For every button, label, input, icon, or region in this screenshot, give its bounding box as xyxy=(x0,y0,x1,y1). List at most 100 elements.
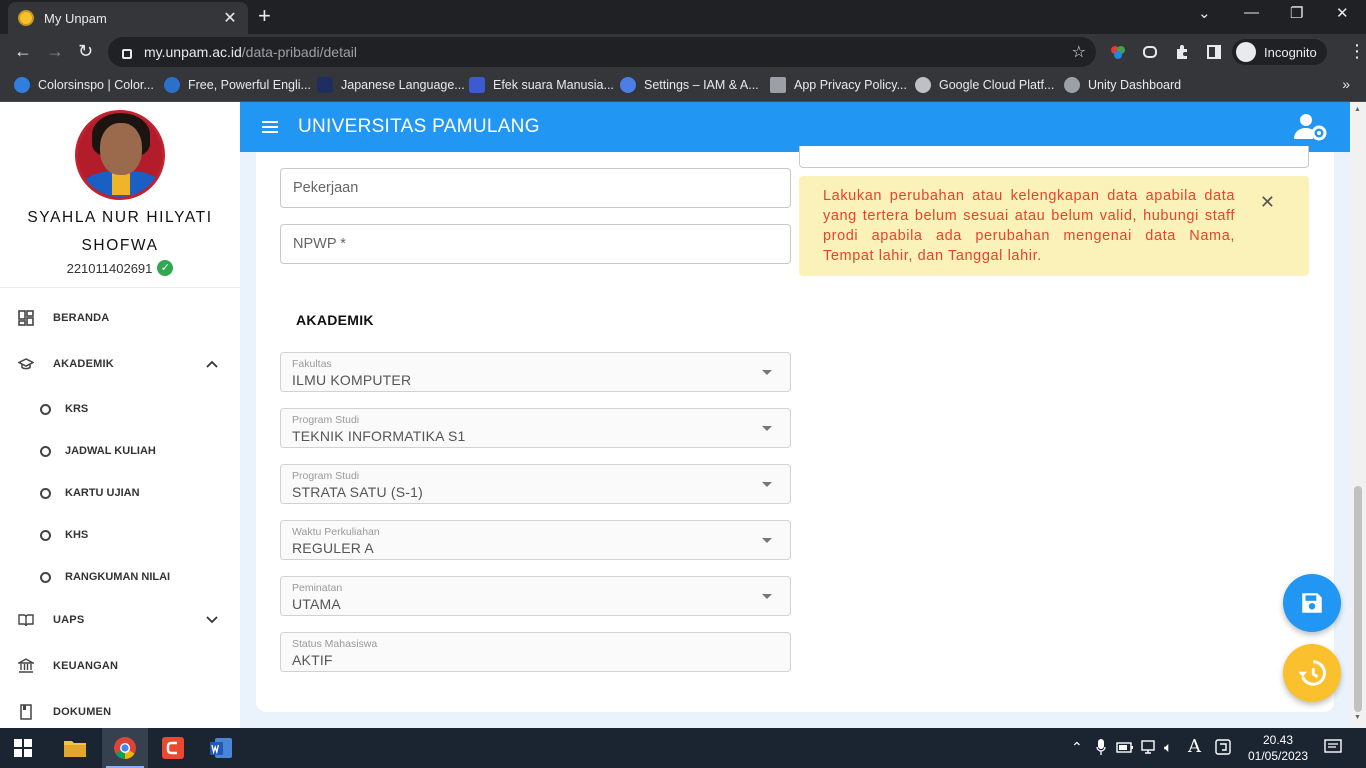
bookmark-star-icon[interactable]: ☆ xyxy=(1072,42,1086,62)
bookmark-item[interactable]: Free, Powerful Engli... xyxy=(164,77,311,93)
chrome-icon xyxy=(114,737,136,759)
reload-icon[interactable]: ↻ xyxy=(78,42,93,60)
sidebar-item-beranda[interactable]: BERANDA xyxy=(0,298,240,338)
jenjang-select[interactable]: Program Studi STRATA SATU (S-1) xyxy=(280,464,791,504)
new-tab-button[interactable]: + xyxy=(258,5,271,27)
peminatan-label: Peminatan xyxy=(292,582,343,594)
nim-value: 221011402691 xyxy=(66,260,153,276)
sidebar-subitem-krs[interactable]: KRS xyxy=(0,390,240,428)
bookmark-item[interactable]: Unity Dashboard xyxy=(1064,77,1181,93)
chevron-up-icon[interactable] xyxy=(206,360,218,368)
battery-icon[interactable] xyxy=(1116,739,1134,755)
dashboard-icon xyxy=(18,310,34,326)
bookmark-item[interactable]: Settings – IAM & A... xyxy=(620,77,759,93)
dropdown-caret-icon xyxy=(762,426,772,431)
ime-mode-icon[interactable] xyxy=(1215,739,1231,755)
bookmark-item[interactable]: Google Cloud Platf... xyxy=(915,77,1054,93)
bookmark-item[interactable]: Colorsinspo | Color... xyxy=(14,77,154,93)
bookmark-item[interactable]: Efek suara Manusia... xyxy=(469,77,614,93)
dropdown-caret-icon xyxy=(762,370,772,375)
sidebar-item-dokumen[interactable]: DOKUMEN xyxy=(0,692,240,728)
scroll-down-arrow-icon[interactable]: ▼ xyxy=(1354,714,1361,721)
status-mahasiswa-value: AKTIF xyxy=(292,652,333,668)
page-scrollbar[interactable]: ▲ ▼ xyxy=(1350,102,1366,728)
avatar xyxy=(75,110,165,200)
lock-icon xyxy=(122,49,132,59)
fakultas-select[interactable]: Fakultas ILMU KOMPUTER xyxy=(280,352,791,392)
scrolled-field-remnant[interactable] xyxy=(799,146,1309,168)
dropdown-caret-icon xyxy=(762,538,772,543)
color-extension-icon[interactable] xyxy=(1110,44,1126,60)
sidebar-item-label: KEUANGAN xyxy=(53,660,119,672)
side-panel-icon[interactable] xyxy=(1206,44,1222,60)
taskbar-chrome[interactable] xyxy=(102,728,148,768)
fakultas-value: ILMU KOMPUTER xyxy=(292,372,412,388)
clock-time: 20.43 xyxy=(1262,733,1294,747)
taskbar-app-red[interactable] xyxy=(150,728,196,768)
bookmark-favicon-icon xyxy=(915,77,931,93)
sidebar-subitem-jadwal-kuliah[interactable]: JADWAL KULIAH xyxy=(0,432,240,470)
sidebar-item-uaps[interactable]: UAPS xyxy=(0,600,240,640)
taskbar-clock[interactable]: 20.43 01/05/2023 xyxy=(1240,732,1316,764)
bookmark-item[interactable]: Japanese Language... xyxy=(317,77,465,93)
address-bar[interactable]: my.unpam.ac.id/data-pribadi/detail ☆ xyxy=(108,37,1096,67)
waktu-perkuliahan-select[interactable]: Waktu Perkuliahan REGULER A xyxy=(280,520,791,560)
sidebar-subitem-kartu-ujian[interactable]: KARTU UJIAN xyxy=(0,474,240,512)
taskbar-file-explorer[interactable] xyxy=(52,728,98,768)
sidebar-item-akademik[interactable]: AKADEMIK xyxy=(0,344,240,384)
volume-icon[interactable]: 🔈︎ xyxy=(1164,739,1172,756)
status-mahasiswa-label: Status Mahasiswa xyxy=(292,638,378,650)
network-icon[interactable] xyxy=(1140,739,1158,755)
red-c-app-icon xyxy=(162,737,184,759)
info-alert: Lakukan perubahan atau kelengkapan data … xyxy=(799,176,1309,276)
bookmark-item[interactable]: App Privacy Policy... xyxy=(770,77,907,93)
sidebar-item-keuangan[interactable]: KEUANGAN xyxy=(0,646,240,686)
windows-start-button[interactable] xyxy=(0,728,46,768)
tab-search-chevron-icon[interactable]: ⌄ xyxy=(1198,4,1211,22)
alert-message: Lakukan perubahan atau kelengkapan data … xyxy=(823,188,1235,264)
incognito-indicator[interactable]: Incognito xyxy=(1232,39,1327,65)
user-settings-icon[interactable] xyxy=(1294,113,1328,141)
sidebar: SYAHLA NUR HILYATI SHOFWA 221011402691 ✓… xyxy=(0,102,240,728)
npwp-input[interactable]: NPWP * xyxy=(280,224,791,264)
tray-overflow-icon[interactable]: ⌃ xyxy=(1071,739,1083,756)
bookmark-label: Free, Powerful Engli... xyxy=(188,78,311,92)
forward-arrow-icon[interactable]: → xyxy=(46,42,64,60)
microphone-icon[interactable] xyxy=(1096,739,1106,755)
browser-menu-icon[interactable]: ⋮ xyxy=(1348,42,1366,60)
fakultas-label: Fakultas xyxy=(292,358,332,370)
minimize-button[interactable]: — xyxy=(1244,4,1259,21)
npwp-placeholder: NPWP * xyxy=(293,236,346,252)
restore-button[interactable]: ❐ xyxy=(1290,4,1303,22)
sidebar-subitem-rangkuman-nilai[interactable]: RANGKUMAN NILAI xyxy=(0,558,240,596)
incognito-icon xyxy=(1236,42,1256,62)
scroll-up-arrow-icon[interactable]: ▲ xyxy=(1354,106,1361,113)
unpam-favicon-icon xyxy=(18,10,34,26)
back-arrow-icon[interactable]: ← xyxy=(14,42,32,60)
program-studi-select[interactable]: Program Studi TEKNIK INFORMATIKA S1 xyxy=(280,408,791,448)
bookmark-label: Japanese Language... xyxy=(341,78,465,92)
sidebar-subitem-khs[interactable]: KHS xyxy=(0,516,240,554)
pekerjaan-input[interactable]: Pekerjaan xyxy=(280,168,791,208)
sidebar-subitem-label: RANGKUMAN NILAI xyxy=(65,571,171,583)
save-button[interactable] xyxy=(1283,574,1341,632)
taskbar-word[interactable] xyxy=(198,728,244,768)
input-language-indicator[interactable]: A xyxy=(1188,736,1201,757)
browser-tab[interactable]: My Unpam ✕ xyxy=(8,2,248,34)
history-button[interactable] xyxy=(1283,644,1341,702)
alert-close-icon[interactable]: ✕ xyxy=(1260,192,1275,213)
scrollbar-thumb[interactable] xyxy=(1354,486,1362,712)
close-window-button[interactable]: ✕ xyxy=(1336,4,1349,22)
hamburger-menu-icon[interactable] xyxy=(262,118,278,136)
bookmarks-overflow-button[interactable]: » xyxy=(1342,76,1350,92)
chevron-down-icon[interactable] xyxy=(206,616,218,624)
page-viewport: SYAHLA NUR HILYATI SHOFWA 221011402691 ✓… xyxy=(0,102,1366,728)
peminatan-select[interactable]: Peminatan UTAMA xyxy=(280,576,791,616)
circle-bullet-icon xyxy=(40,571,51,583)
extensions-puzzle-icon[interactable] xyxy=(1174,44,1190,60)
tab-close-icon[interactable]: ✕ xyxy=(222,8,238,28)
notification-center-icon[interactable] xyxy=(1324,739,1342,755)
bookmark-label: Efek suara Manusia... xyxy=(493,78,614,92)
circle-bullet-icon xyxy=(40,445,51,457)
screen-extension-icon[interactable] xyxy=(1142,44,1158,60)
